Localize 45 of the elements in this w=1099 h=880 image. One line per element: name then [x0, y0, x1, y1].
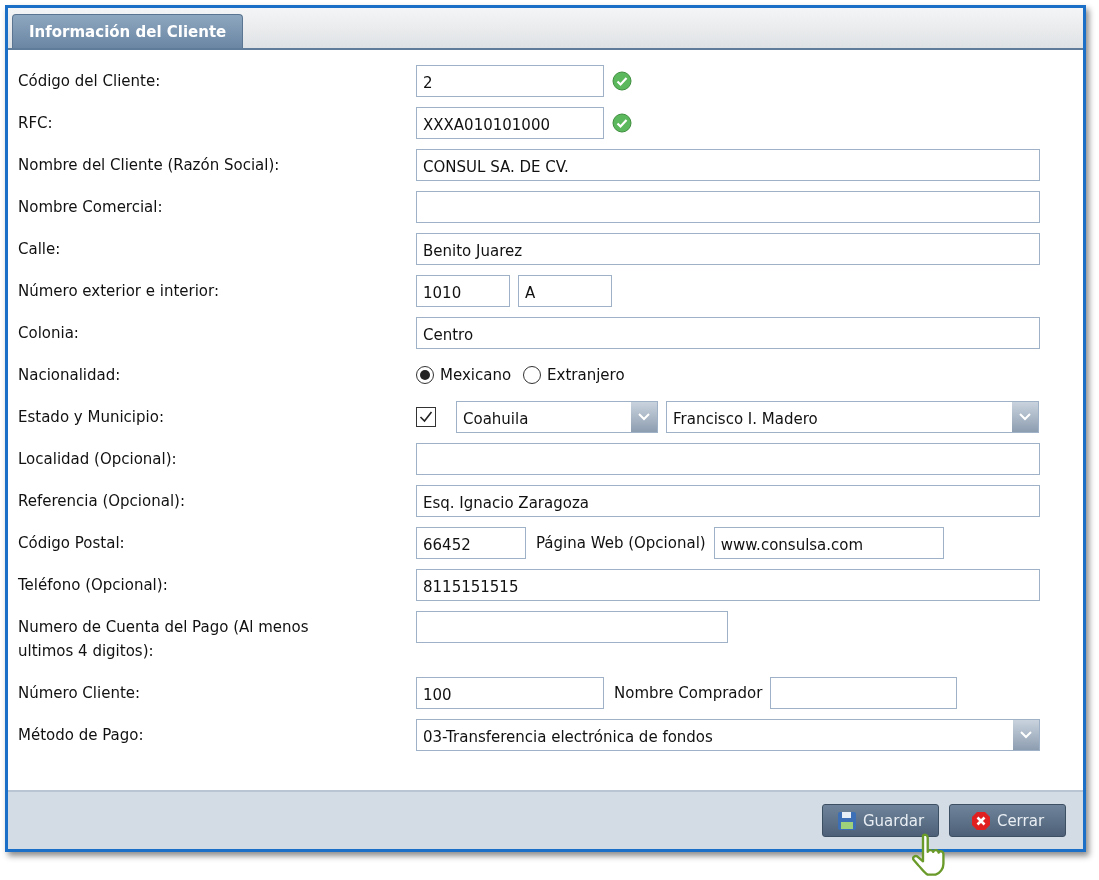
field-label: Número exterior e interior:: [18, 281, 220, 302]
field-label: Calle:: [18, 239, 62, 260]
text-field[interactable]: [416, 191, 1040, 223]
text-field[interactable]: www.consulsa.com: [713, 527, 944, 559]
check-icon: [612, 113, 632, 133]
text-field[interactable]: A: [518, 275, 612, 307]
text-field[interactable]: 8115151515: [416, 569, 1040, 601]
text-field[interactable]: CONSUL SA. DE CV.: [416, 149, 1040, 181]
text-field[interactable]: 66452: [416, 527, 526, 559]
close-button[interactable]: Cerrar: [949, 804, 1066, 837]
field-label: RFC:: [18, 113, 54, 134]
checkbox[interactable]: [416, 407, 436, 427]
field-label: Colonia:: [18, 323, 80, 344]
text-field[interactable]: Esq. Ignacio Zaragoza: [416, 485, 1040, 517]
check-icon: [612, 71, 632, 91]
dropdown[interactable]: Coahuila: [456, 401, 658, 433]
field-label: Nombre del Cliente (Razón Social):: [18, 155, 281, 176]
close-icon: [970, 810, 991, 831]
text-field[interactable]: [416, 443, 1040, 475]
field-label: Método de Pago:: [18, 725, 145, 746]
field-label: Número Cliente:: [18, 683, 142, 704]
text-field[interactable]: 1010: [416, 275, 510, 307]
radio-option[interactable]: Mexicano: [416, 366, 512, 384]
field-label: Numero de Cuenta del Pago (Al menos ultimos 4 digitos):: [18, 617, 310, 662]
field-label: Referencia (Opcional):: [18, 491, 186, 512]
text-field[interactable]: [416, 611, 728, 643]
field-label: Código Postal:: [18, 533, 126, 554]
field-label: Nombre Comercial:: [18, 197, 164, 218]
radio-option[interactable]: Extranjero: [523, 366, 625, 384]
text-field[interactable]: 100: [416, 677, 604, 709]
field-label: Estado y Municipio:: [18, 407, 165, 428]
field-label: Página Web (Opcional): [536, 534, 706, 552]
field-label: Localidad (Opcional):: [18, 449, 178, 470]
text-field[interactable]: 2: [416, 65, 604, 97]
dropdown[interactable]: Francisco I. Madero: [666, 401, 1039, 433]
text-field[interactable]: Benito Juarez: [416, 233, 1040, 265]
text-field[interactable]: [770, 677, 958, 709]
save-button[interactable]: Guardar: [822, 804, 939, 837]
text-field[interactable]: Centro: [416, 317, 1040, 349]
field-label: Nacionalidad:: [18, 365, 122, 386]
field-label: Código del Cliente:: [18, 71, 162, 92]
field-label: Nombre Comprador: [614, 684, 763, 702]
dropdown[interactable]: 03-Transferencia electrónica de fondos: [416, 719, 1040, 751]
field-label: Teléfono (Opcional):: [18, 575, 169, 596]
text-field[interactable]: XXXA010101000: [416, 107, 604, 139]
